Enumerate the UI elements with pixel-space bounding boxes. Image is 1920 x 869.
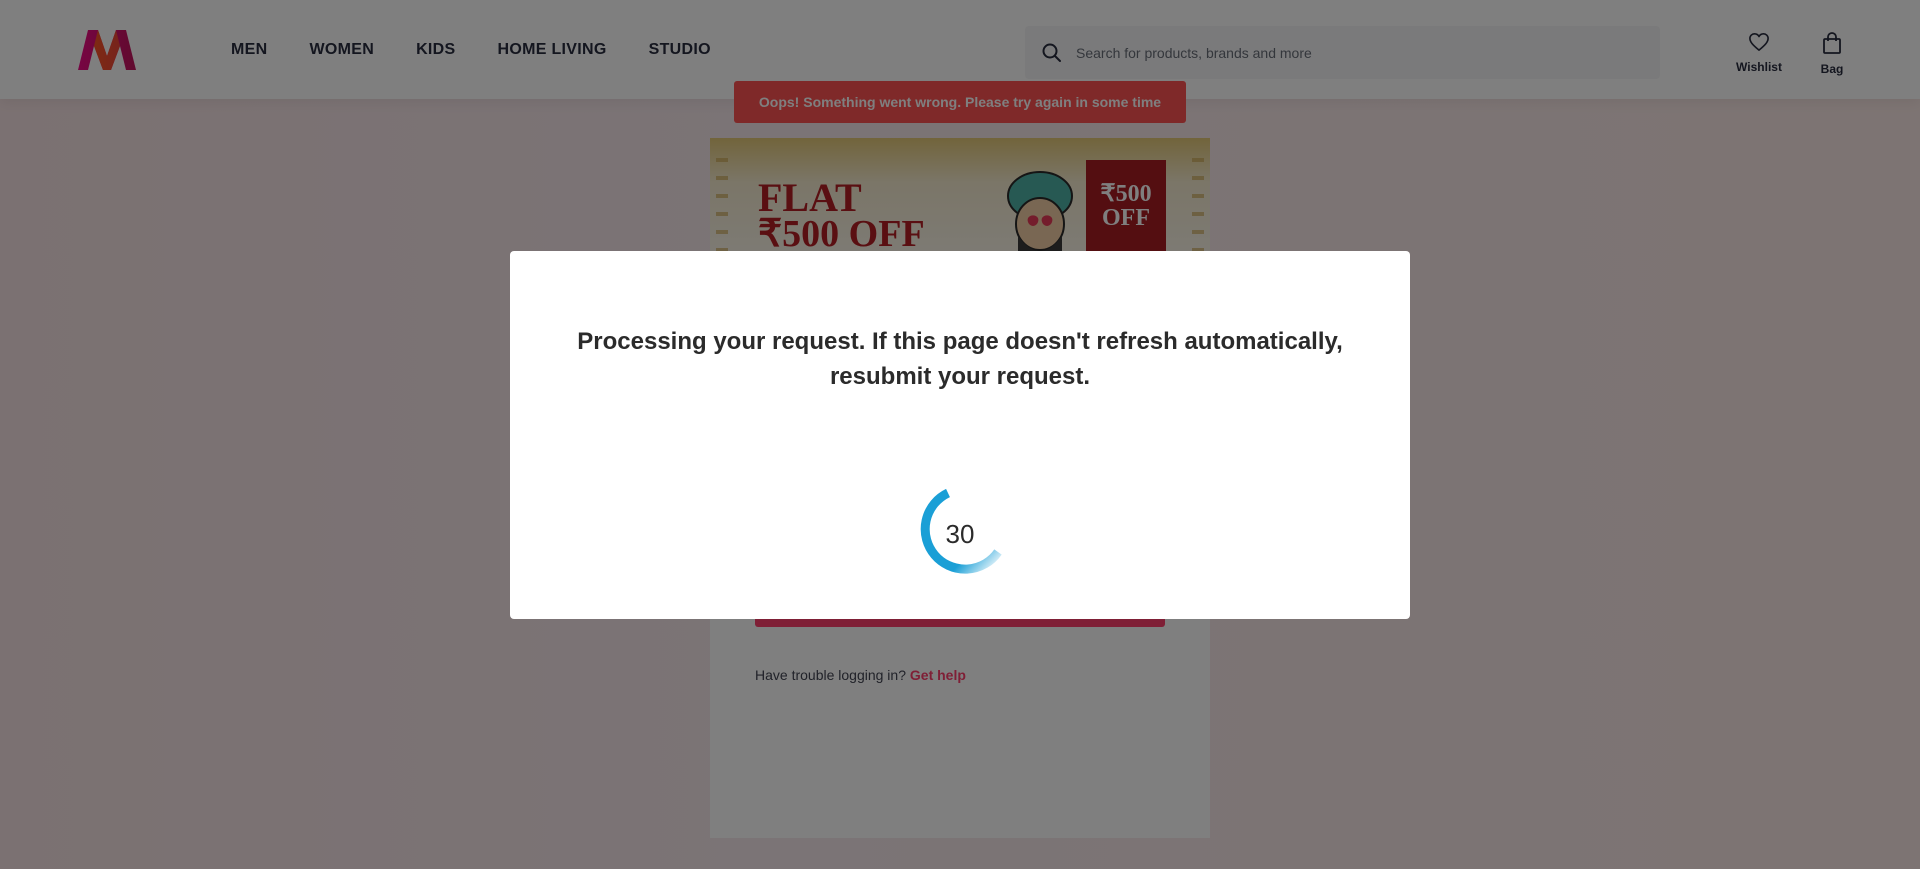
processing-dialog: Processing your request. If this page do… xyxy=(510,251,1410,619)
countdown-number: 30 xyxy=(945,518,975,549)
processing-message: Processing your request. If this page do… xyxy=(577,328,1343,390)
